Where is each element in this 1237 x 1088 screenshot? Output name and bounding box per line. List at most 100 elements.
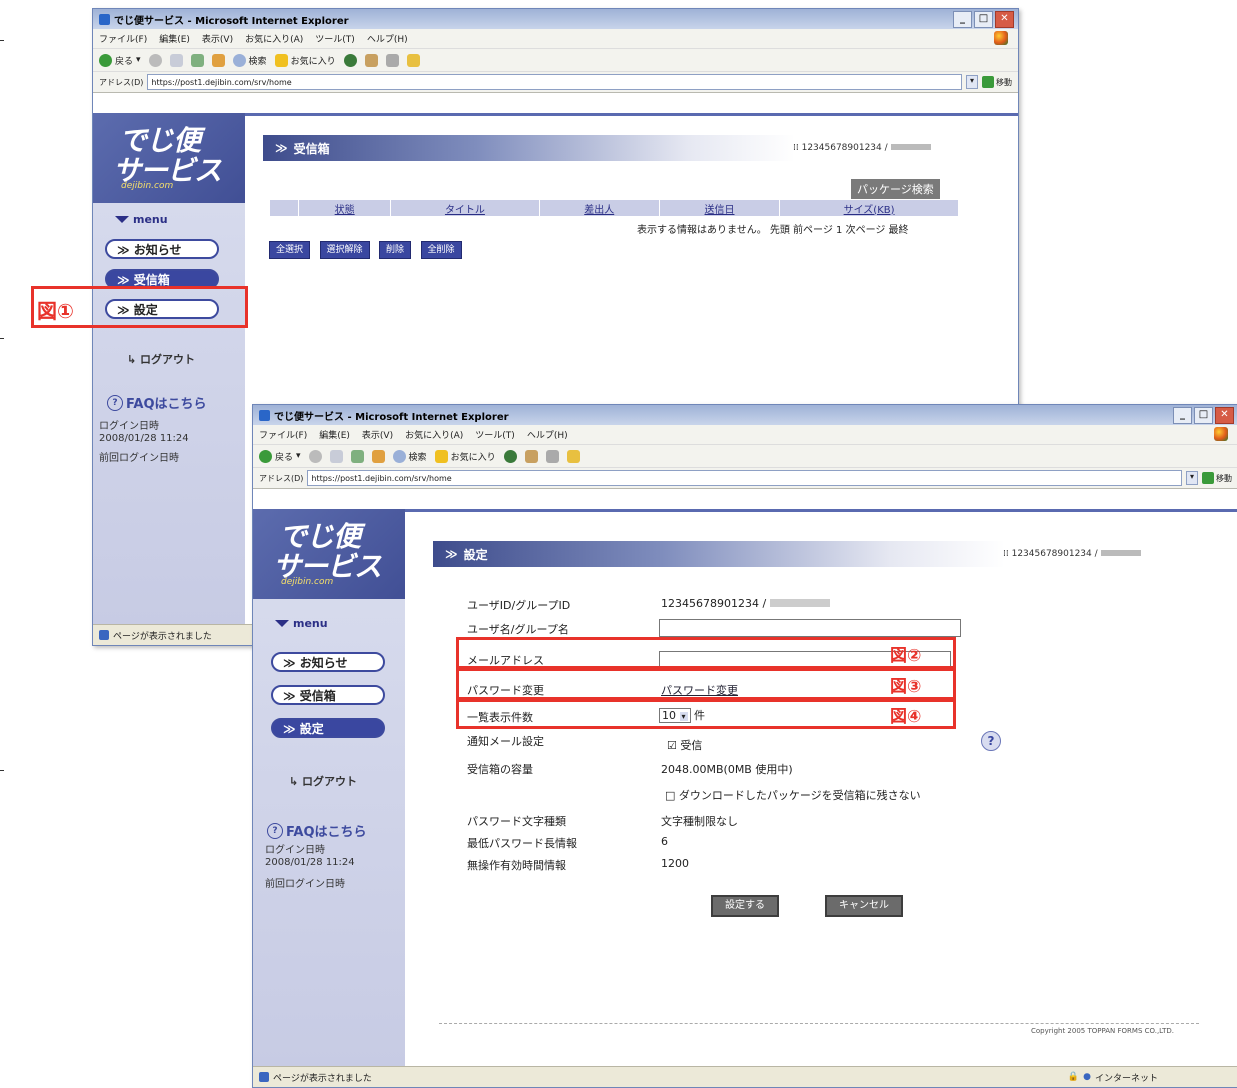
toolbar: 戻る ▾ 検索 お気に入り bbox=[253, 445, 1237, 468]
address-dropdown[interactable]: ▾ bbox=[966, 75, 978, 89]
minimize-button[interactable]: _ bbox=[953, 10, 972, 28]
page-icon bbox=[259, 1072, 269, 1082]
menu-tools[interactable]: ツール(T) bbox=[475, 428, 515, 441]
close-button[interactable]: ✕ bbox=[995, 10, 1014, 28]
forward-button[interactable] bbox=[148, 53, 162, 67]
help-icon[interactable]: ? bbox=[981, 731, 1001, 751]
help-icon: ? bbox=[107, 394, 123, 411]
menu-view[interactable]: 表示(V) bbox=[362, 428, 393, 441]
forward-button[interactable] bbox=[308, 449, 322, 463]
home-button[interactable] bbox=[211, 53, 225, 67]
logout-link[interactable]: ↳ ログアウト bbox=[127, 351, 195, 367]
address-dropdown[interactable]: ▾ bbox=[1186, 471, 1198, 485]
select-col bbox=[269, 199, 299, 217]
browser-window-settings: でじ便サービス - Microsoft Internet Explorer _ … bbox=[252, 404, 1237, 1088]
menu-file[interactable]: ファイル(F) bbox=[259, 428, 307, 441]
value-user-id-text: 12345678901234 / bbox=[661, 597, 767, 610]
menu-edit[interactable]: 編集(E) bbox=[159, 32, 190, 45]
folder-button[interactable] bbox=[566, 449, 580, 463]
back-button[interactable]: 戻る ▾ bbox=[99, 53, 141, 67]
faq-label: FAQはこちら bbox=[126, 397, 207, 412]
sidebar-item-news[interactable]: ≫ お知らせ bbox=[105, 239, 219, 259]
annotation-fig3-box bbox=[456, 668, 956, 700]
close-button[interactable]: ✕ bbox=[1215, 406, 1234, 424]
delete-button[interactable]: 削除 bbox=[379, 241, 412, 259]
logout-link[interactable]: ↳ ログアウト bbox=[289, 773, 357, 789]
prev-login-label: 前回ログイン日時 bbox=[265, 879, 345, 890]
col-sender[interactable]: 差出人 bbox=[538, 199, 660, 217]
address-bar: アドレス(D) https://post1.dejibin.com/srv/ho… bbox=[253, 468, 1237, 489]
folder-button[interactable] bbox=[406, 53, 420, 67]
mail-button[interactable] bbox=[524, 449, 538, 463]
refresh-button[interactable] bbox=[350, 449, 364, 463]
search-button[interactable]: 検索 bbox=[232, 53, 267, 67]
lock-icon: 🔒 bbox=[1067, 1072, 1080, 1082]
user-id-text: 12345678901234 / bbox=[1011, 549, 1098, 559]
inbox-capacity-value: 2048.00MB(0MB 使用中) bbox=[661, 763, 793, 776]
print-button[interactable] bbox=[385, 53, 399, 67]
faq-link[interactable]: ? FAQはこちら bbox=[107, 393, 207, 412]
sidebar-item-settings[interactable]: ≫ 設定 bbox=[271, 718, 385, 738]
col-status[interactable]: 状態 bbox=[297, 199, 392, 217]
menu-help[interactable]: ヘルプ(H) bbox=[367, 32, 408, 45]
annotation-fig2-label: 図② bbox=[890, 646, 922, 666]
maximize-button[interactable]: □ bbox=[974, 10, 993, 28]
delete-all-button[interactable]: 全削除 bbox=[420, 241, 462, 259]
status-text: ページが表示されました bbox=[273, 1073, 372, 1084]
menu-tools[interactable]: ツール(T) bbox=[315, 32, 355, 45]
favorites-button[interactable]: お気に入り bbox=[274, 53, 336, 67]
menu-help[interactable]: ヘルプ(H) bbox=[527, 428, 568, 441]
menu-title: menu bbox=[293, 617, 328, 630]
address-input[interactable]: https://post1.dejibin.com/srv/home bbox=[147, 74, 962, 90]
media-button[interactable] bbox=[343, 53, 357, 67]
col-title[interactable]: タイトル bbox=[390, 199, 540, 217]
cancel-button[interactable]: キャンセル bbox=[825, 895, 903, 917]
maximize-button[interactable]: □ bbox=[1194, 406, 1213, 424]
sidebar-item-inbox[interactable]: ≫ 受信箱 bbox=[271, 685, 385, 705]
faq-label: FAQはこちら bbox=[286, 825, 367, 840]
col-size[interactable]: サイズ(KB) bbox=[779, 199, 959, 217]
menu-file[interactable]: ファイル(F) bbox=[99, 32, 147, 45]
ie-icon bbox=[99, 13, 110, 25]
keep-download-checkbox[interactable]: □ ダウンロードしたパッケージを受信箱に残さない bbox=[665, 787, 921, 803]
globe-icon: ● bbox=[1083, 1072, 1091, 1082]
logout-label: ログアウト bbox=[302, 775, 358, 788]
page-icon bbox=[99, 630, 109, 640]
value-user-id: 12345678901234 / bbox=[661, 597, 830, 610]
address-input[interactable]: https://post1.dejibin.com/srv/home bbox=[307, 470, 1182, 486]
ie-icon bbox=[259, 409, 270, 421]
print-button[interactable] bbox=[545, 449, 559, 463]
forward-icon bbox=[308, 449, 322, 463]
package-search-button[interactable]: パッケージ検索 bbox=[851, 179, 940, 199]
select-all-button[interactable]: 全選択 bbox=[269, 241, 311, 259]
minimize-button[interactable]: _ bbox=[1173, 406, 1192, 424]
menu-bar: ファイル(F) 編集(E) 表示(V) お気に入り(A) ツール(T) ヘルプ(… bbox=[93, 29, 1018, 49]
menu-view[interactable]: 表示(V) bbox=[202, 32, 233, 45]
save-button[interactable]: 設定する bbox=[711, 895, 779, 917]
search-button[interactable]: 検索 bbox=[392, 449, 427, 463]
sidebar-item-news[interactable]: ≫ お知らせ bbox=[271, 652, 385, 672]
menu-favorites[interactable]: お気に入り(A) bbox=[245, 32, 303, 45]
notify-receive-checkbox[interactable]: ☑ 受信 bbox=[667, 737, 702, 753]
favorites-label: お気に入り bbox=[290, 56, 336, 67]
go-button[interactable]: 移動 bbox=[1202, 472, 1232, 484]
home-button[interactable] bbox=[371, 449, 385, 463]
help-icon: ? bbox=[267, 822, 283, 839]
logo-line3: dejibin.com bbox=[121, 181, 174, 191]
redacted-name bbox=[1100, 550, 1141, 556]
user-name-input[interactable] bbox=[659, 619, 961, 637]
mail-button[interactable] bbox=[364, 53, 378, 67]
stop-button[interactable] bbox=[169, 53, 183, 67]
col-date[interactable]: 送信日 bbox=[658, 199, 781, 217]
favorites-button[interactable]: お気に入り bbox=[434, 449, 496, 463]
media-button[interactable] bbox=[503, 449, 517, 463]
menu-favorites[interactable]: お気に入り(A) bbox=[405, 428, 463, 441]
stop-button[interactable] bbox=[329, 449, 343, 463]
refresh-button[interactable] bbox=[190, 53, 204, 67]
back-button[interactable]: 戻る ▾ bbox=[259, 449, 301, 463]
go-button[interactable]: 移動 bbox=[982, 76, 1012, 88]
menu-edit[interactable]: 編集(E) bbox=[319, 428, 350, 441]
deselect-button[interactable]: 選択解除 bbox=[319, 241, 370, 259]
faq-link[interactable]: ? FAQはこちら bbox=[267, 821, 367, 840]
label-idle-timeout: 無操作有効時間情報 bbox=[467, 859, 566, 872]
